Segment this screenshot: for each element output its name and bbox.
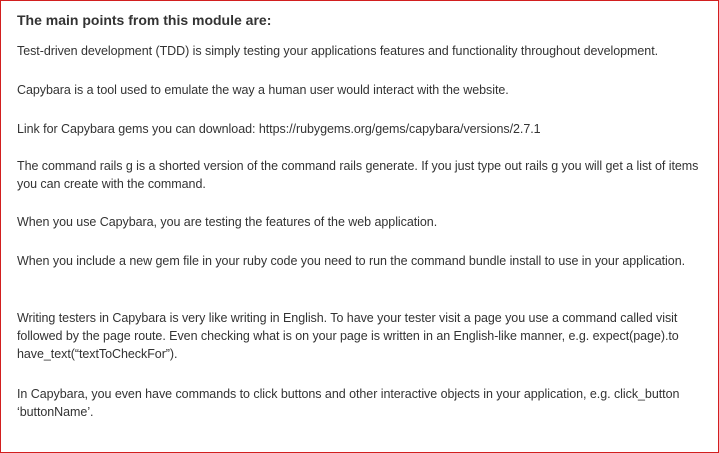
point-capybara-tool: Capybara is a tool used to emulate the w… (17, 83, 509, 97)
module-summary-panel: The main points from this module are: Te… (0, 0, 719, 453)
point-rails-g: The command rails g is a shorted version… (17, 159, 699, 191)
point-writing-testers: Writing testers in Capybara is very like… (17, 311, 679, 361)
point-click-buttons: In Capybara, you even have commands to c… (17, 387, 680, 419)
point-testing-features: When you use Capybara, you are testing t… (17, 215, 438, 229)
module-summary-heading: The main points from this module are: (17, 12, 272, 28)
point-tdd: Test-driven development (TDD) is simply … (17, 44, 659, 58)
point-capybara-gems-link: Link for Capybara gems you can download:… (17, 122, 541, 136)
point-bundle-install: When you include a new gem file in your … (17, 254, 686, 268)
